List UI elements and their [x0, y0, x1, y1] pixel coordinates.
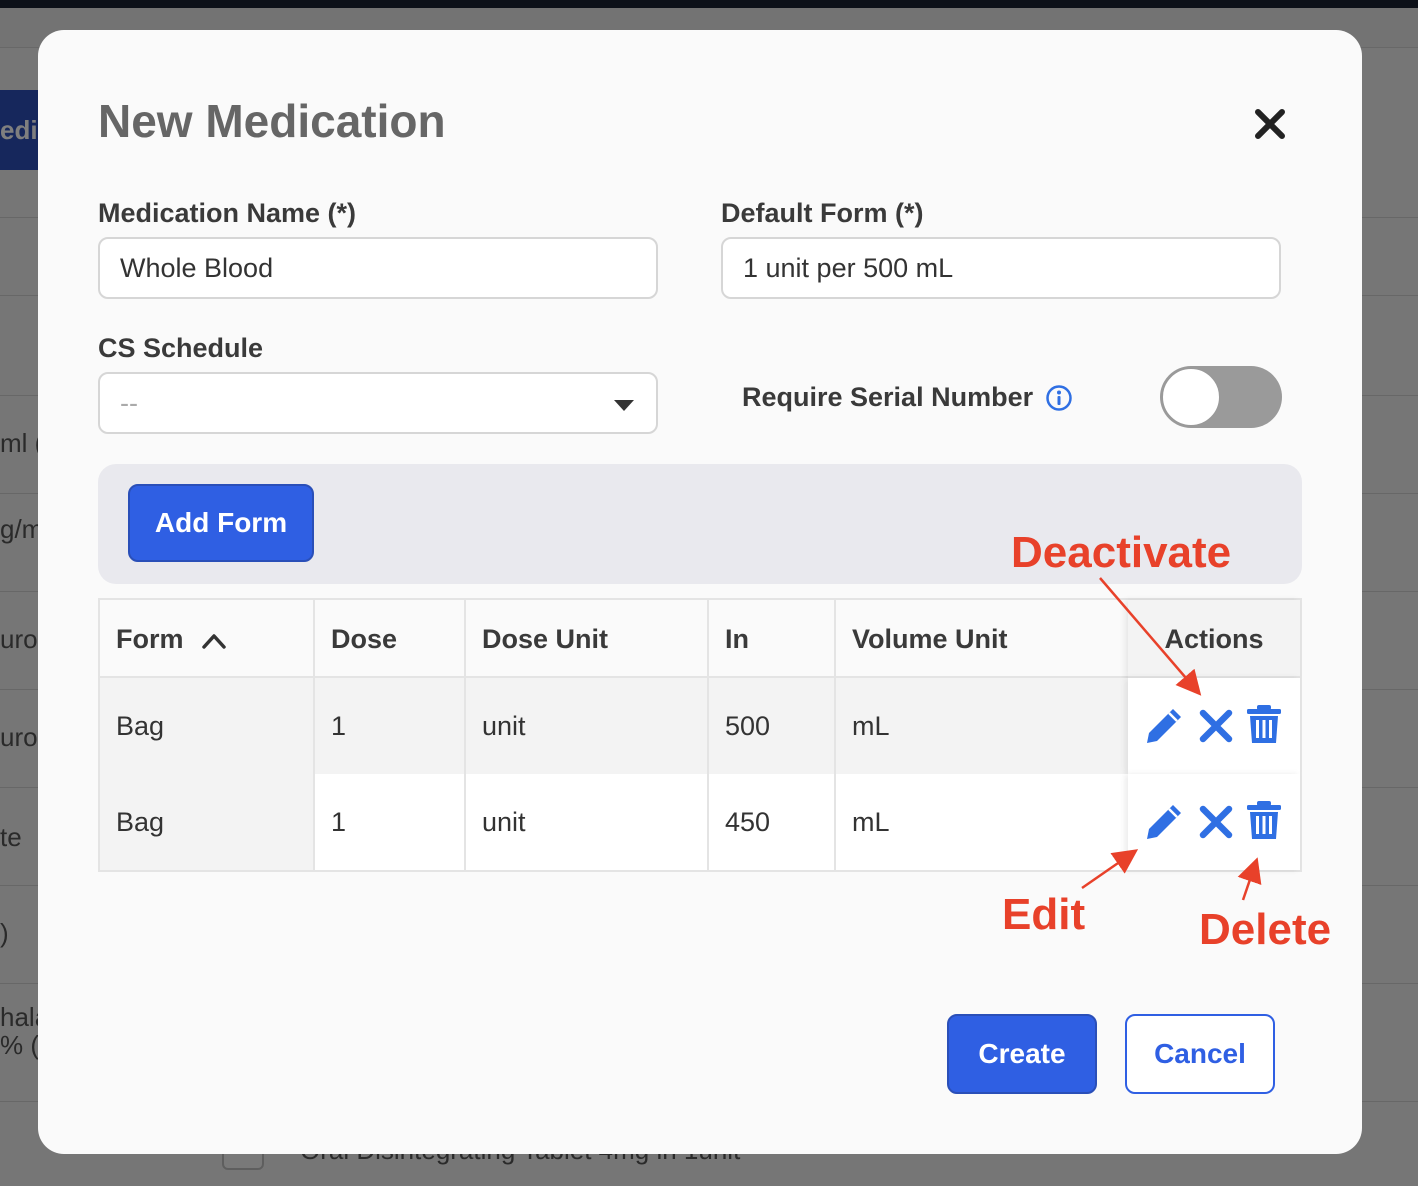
column-header-volume-unit[interactable]: Volume Unit	[836, 600, 1128, 678]
table-cell-in: 450	[709, 774, 836, 870]
close-icon[interactable]	[1250, 104, 1290, 144]
require-serial-toggle[interactable]	[1160, 366, 1282, 428]
pencil-icon[interactable]	[1142, 800, 1186, 844]
new-medication-modal: New Medication Medication Name (*) Whole…	[38, 30, 1362, 1154]
table-row-actions	[1128, 678, 1300, 774]
table-cell-in: 500	[709, 678, 836, 774]
add-form-button[interactable]: Add Form	[128, 484, 314, 562]
table-cell-dose-unit: unit	[466, 774, 709, 870]
require-serial-label: Require Serial Number	[742, 382, 1034, 412]
table-cell-dose: 1	[315, 678, 466, 774]
info-icon[interactable]	[1045, 384, 1073, 412]
toggle-knob	[1162, 368, 1220, 426]
default-form-input[interactable]: 1 unit per 500 mL	[721, 237, 1281, 299]
column-header-in[interactable]: In	[709, 600, 836, 678]
table-cell-volume-unit: mL	[836, 774, 1128, 870]
table-cell-dose-unit: unit	[466, 678, 709, 774]
table-cell-form: Bag	[100, 774, 315, 870]
create-button[interactable]: Create	[947, 1014, 1097, 1094]
medication-name-label: Medication Name (*)	[98, 198, 357, 228]
column-header-form-label: Form	[116, 624, 184, 654]
annotation-edit: Edit	[1002, 890, 1086, 939]
table-cell-form: Bag	[100, 678, 315, 774]
x-icon[interactable]	[1194, 800, 1238, 844]
table-row-actions	[1128, 774, 1300, 870]
chevron-up-icon	[202, 634, 226, 649]
cs-schedule-value: --	[120, 388, 138, 418]
cs-schedule-label: CS Schedule	[98, 333, 264, 363]
cancel-button[interactable]: Cancel	[1125, 1014, 1275, 1094]
table-cell-dose: 1	[315, 774, 466, 870]
table-cell-volume-unit: mL	[836, 678, 1128, 774]
default-form-label: Default Form (*)	[721, 198, 924, 228]
modal-title: New Medication	[98, 95, 446, 147]
column-header-dose[interactable]: Dose	[315, 600, 466, 678]
medication-name-input[interactable]: Whole Blood	[98, 237, 658, 299]
forms-table: Form Dose Dose Unit In Volume Unit Actio…	[98, 598, 1302, 872]
x-icon[interactable]	[1194, 704, 1238, 748]
trash-icon[interactable]	[1242, 702, 1286, 746]
column-header-actions: Actions	[1128, 600, 1300, 678]
trash-icon[interactable]	[1242, 798, 1286, 842]
pencil-icon[interactable]	[1142, 704, 1186, 748]
column-header-dose-unit[interactable]: Dose Unit	[466, 600, 709, 678]
column-header-form[interactable]: Form	[100, 600, 315, 678]
annotation-delete: Delete	[1199, 905, 1332, 954]
cs-schedule-select[interactable]: --	[98, 372, 658, 434]
caret-down-icon	[614, 400, 634, 411]
annotation-deactivate: Deactivate	[1011, 528, 1232, 577]
